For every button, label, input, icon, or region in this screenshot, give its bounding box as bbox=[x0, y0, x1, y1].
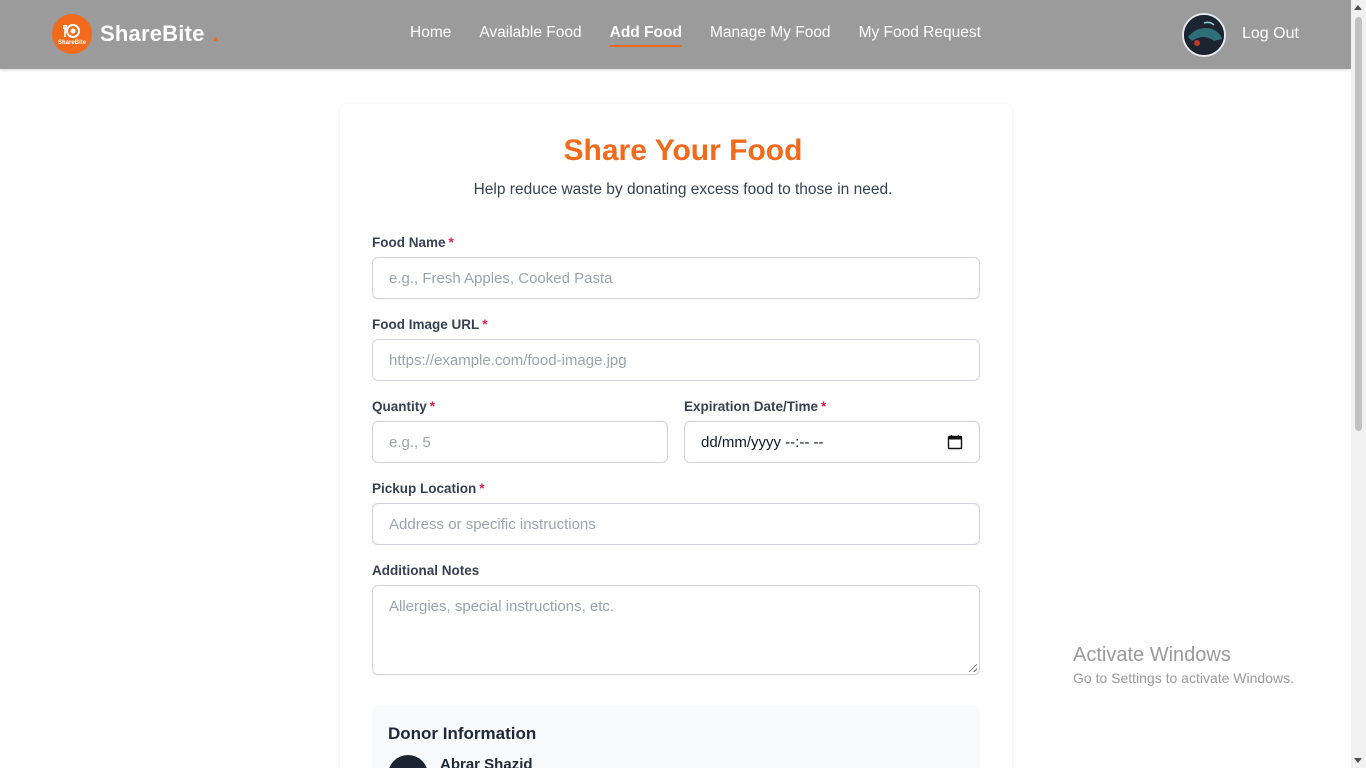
donor-name: Abrar Shazid bbox=[440, 756, 533, 768]
quantity-label: Quantity * bbox=[372, 399, 435, 414]
image-url-label-text: Food Image URL bbox=[372, 317, 480, 332]
pickup-label: Pickup Location * bbox=[372, 481, 485, 496]
notes-label: Additional Notes bbox=[372, 563, 479, 578]
required-mark: * bbox=[448, 235, 454, 250]
resize-grip-icon[interactable] bbox=[969, 664, 977, 672]
pickup-placeholder: Address or specific instructions bbox=[389, 515, 596, 533]
quantity-label-text: Quantity bbox=[372, 399, 427, 414]
page-title: Share Your Food bbox=[563, 134, 803, 167]
notes-textarea[interactable]: Allergies, special instructions, etc. bbox=[372, 585, 980, 675]
calendar-icon[interactable] bbox=[947, 434, 963, 450]
donor-info-title: Donor Information bbox=[388, 724, 537, 743]
expiration-value: dd/mm/yyyy --:-- -- bbox=[701, 433, 824, 451]
nav-home[interactable]: Home bbox=[410, 24, 451, 47]
scroll-up-icon[interactable] bbox=[1354, 5, 1362, 10]
required-mark: * bbox=[479, 481, 485, 496]
notes-label-text: Additional Notes bbox=[372, 563, 480, 578]
donor-info-panel: Donor Information Abrar Shazid bbox=[372, 705, 980, 768]
watermark-title: Activate Windows bbox=[1073, 644, 1231, 666]
image-url-placeholder: https://example.com/food-image.jpg bbox=[389, 351, 627, 369]
food-name-placeholder: e.g., Fresh Apples, Cooked Pasta bbox=[389, 269, 613, 287]
image-url-label: Food Image URL * bbox=[372, 317, 488, 332]
scroll-down-icon[interactable] bbox=[1354, 758, 1362, 763]
image-url-input[interactable]: https://example.com/food-image.jpg bbox=[372, 339, 980, 381]
notes-placeholder: Allergies, special instructions, etc. bbox=[389, 598, 615, 615]
nav-add-food[interactable]: Add Food bbox=[609, 24, 682, 47]
expiration-label: Expiration Date/Time * bbox=[684, 399, 826, 414]
nav-manage-my-food[interactable]: Manage My Food bbox=[710, 24, 831, 47]
required-mark: * bbox=[482, 317, 488, 332]
pickup-location-input[interactable]: Address or specific instructions bbox=[372, 503, 980, 545]
brand-logo[interactable]: ShareBite ShareBite. bbox=[52, 14, 219, 54]
navbar: ShareBite ShareBite. Home Available Food… bbox=[0, 0, 1351, 69]
brand-dot: . bbox=[212, 21, 219, 46]
logo-badge-icon: ShareBite bbox=[52, 14, 92, 54]
donor-avatar bbox=[388, 755, 428, 768]
brand-name: ShareBite bbox=[100, 21, 205, 46]
expiration-datetime-input[interactable]: dd/mm/yyyy --:-- -- bbox=[684, 421, 980, 463]
food-name-label-text: Food Name bbox=[372, 235, 446, 250]
required-mark: * bbox=[821, 399, 827, 414]
watermark-subtitle: Go to Settings to activate Windows. bbox=[1073, 670, 1294, 686]
plate-icon bbox=[63, 23, 80, 38]
expiration-label-text: Expiration Date/Time bbox=[684, 399, 819, 414]
logo-badge-text: ShareBite bbox=[57, 39, 86, 46]
windows-activation-watermark: Activate Windows Go to Settings to activ… bbox=[1073, 644, 1294, 686]
user-avatar[interactable] bbox=[1182, 13, 1226, 57]
food-name-input[interactable]: e.g., Fresh Apples, Cooked Pasta bbox=[372, 257, 980, 299]
quantity-placeholder: e.g., 5 bbox=[389, 433, 431, 451]
quantity-input[interactable]: e.g., 5 bbox=[372, 421, 668, 463]
avatar-image-icon bbox=[1184, 15, 1224, 55]
nav-available-food[interactable]: Available Food bbox=[479, 24, 581, 47]
required-mark: * bbox=[429, 399, 436, 414]
page-subtitle: Help reduce waste by donating excess foo… bbox=[473, 181, 893, 198]
nav-my-food-request[interactable]: My Food Request bbox=[859, 24, 981, 47]
nav-links: Home Available Food Add Food Manage My F… bbox=[410, 24, 981, 47]
food-name-label: Food Name * bbox=[372, 235, 454, 250]
page-scrollbar[interactable] bbox=[1351, 0, 1366, 768]
scroll-thumb[interactable] bbox=[1355, 17, 1362, 431]
pickup-label-text: Pickup Location bbox=[372, 481, 477, 496]
logout-link[interactable]: Log Out bbox=[1242, 25, 1299, 43]
